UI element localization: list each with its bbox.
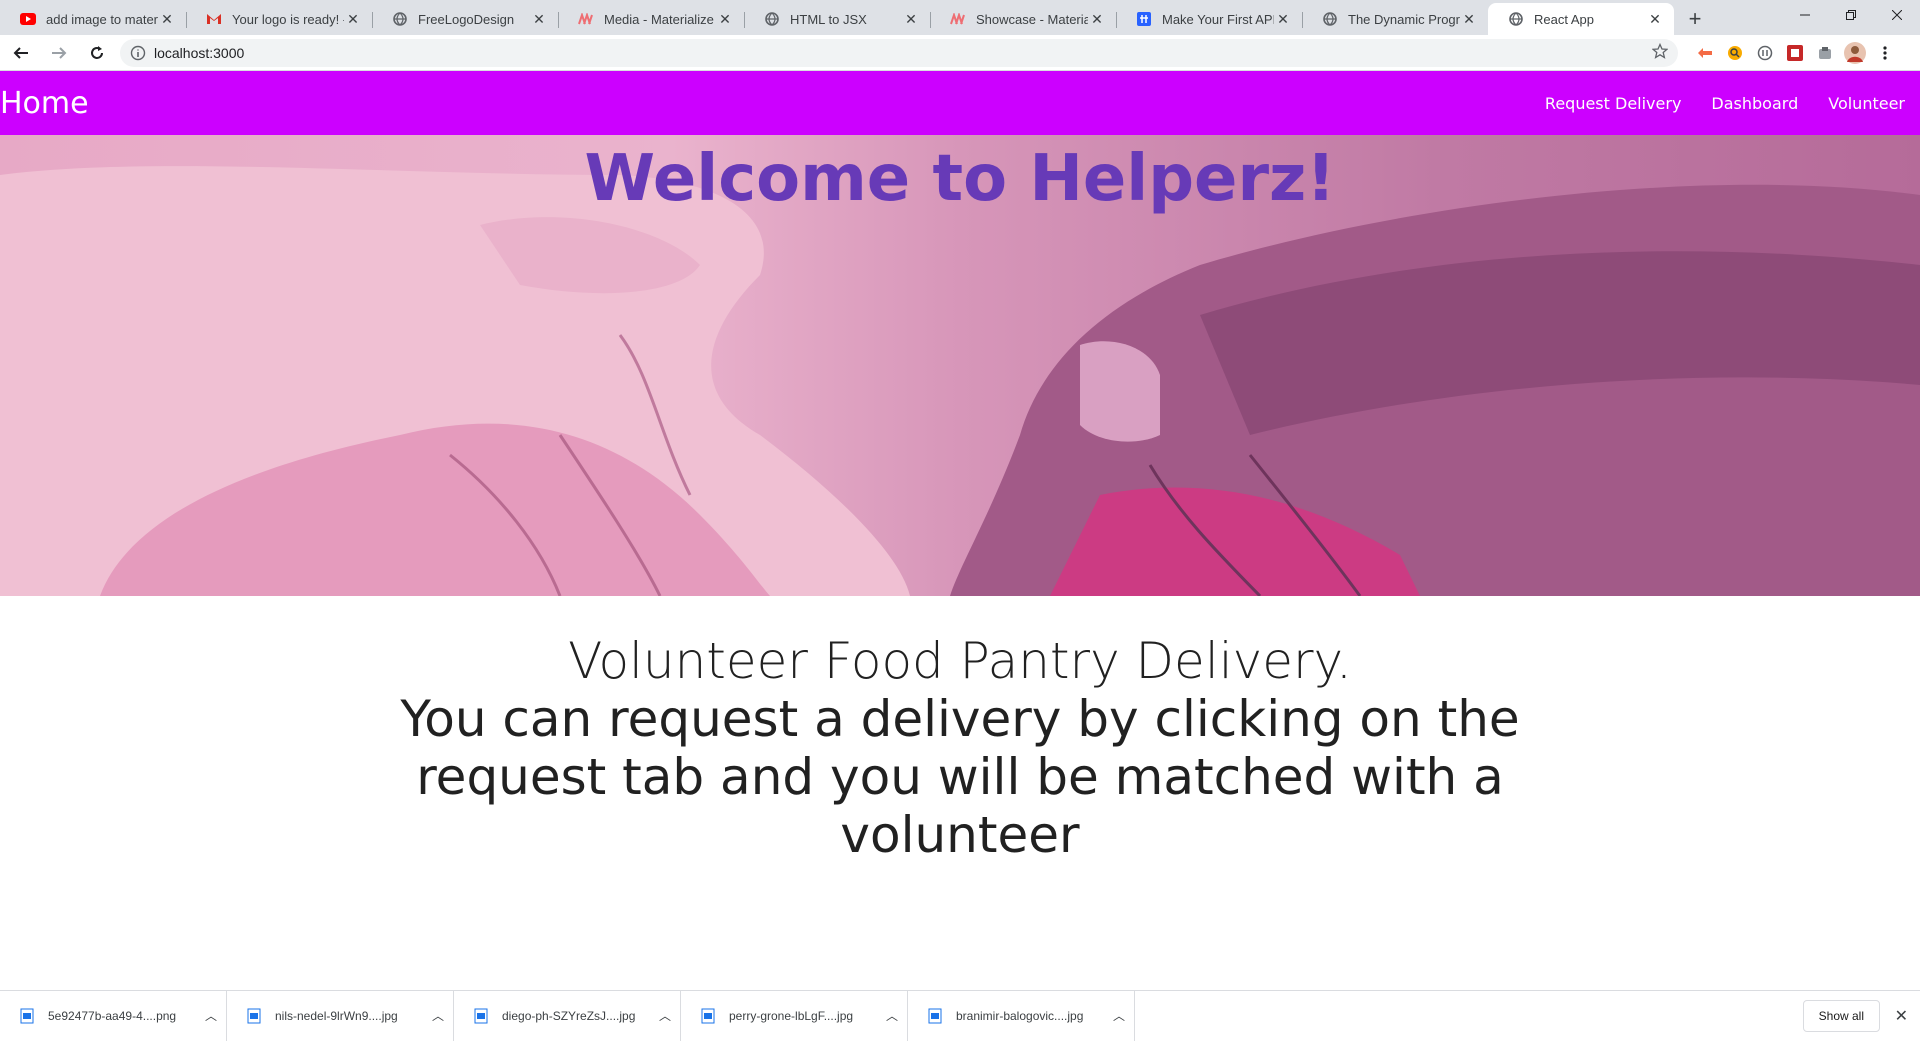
browser-tab[interactable]: Media - Materialize ✕ bbox=[558, 3, 744, 35]
extension-icon[interactable] bbox=[1814, 42, 1836, 64]
file-icon bbox=[701, 1008, 715, 1024]
browser-tab[interactable]: Showcase - Materialize ✕ bbox=[930, 3, 1116, 35]
hero-banner: Welcome to Helperz! bbox=[0, 135, 1920, 596]
chevron-up-icon[interactable]: ︿ bbox=[196, 1007, 226, 1024]
download-shelf: 5e92477b-aa49-4....png ︿ nils-nedel-9lrW… bbox=[0, 990, 1920, 1041]
tab-close-icon[interactable]: ✕ bbox=[1460, 10, 1478, 28]
globe-icon bbox=[1322, 11, 1338, 27]
download-item[interactable]: 5e92477b-aa49-4....png ︿ bbox=[0, 990, 227, 1041]
tab-close-icon[interactable]: ✕ bbox=[1646, 10, 1664, 28]
chevron-up-icon[interactable]: ︿ bbox=[423, 1007, 453, 1024]
tab-title: React App bbox=[1534, 11, 1594, 27]
tab-title: Media - Materialize bbox=[604, 11, 714, 27]
menu-dots-icon[interactable] bbox=[1874, 42, 1896, 64]
close-icon[interactable]: ✕ bbox=[1895, 1006, 1908, 1026]
show-all-button[interactable]: Show all bbox=[1802, 1000, 1880, 1032]
chevron-up-icon[interactable]: ︿ bbox=[650, 1007, 680, 1024]
extension-icon[interactable] bbox=[1784, 42, 1806, 64]
new-tab-icon[interactable]: + bbox=[1678, 3, 1712, 35]
download-item[interactable]: nils-nedel-9lrWn9....jpg ︿ bbox=[227, 990, 454, 1041]
tab-close-icon[interactable]: ✕ bbox=[902, 10, 920, 28]
hero-title: Welcome to Helperz! bbox=[584, 142, 1336, 216]
url-text: localhost:3000 bbox=[154, 44, 245, 61]
download-filename: branimir-balogovic....jpg bbox=[956, 1008, 1084, 1023]
gmail-icon bbox=[206, 11, 222, 27]
tab-close-icon[interactable]: ✕ bbox=[1088, 10, 1106, 28]
file-icon bbox=[20, 1008, 34, 1024]
intro-text: You can request a delivery by clicking o… bbox=[400, 690, 1520, 864]
materialize-icon bbox=[578, 11, 594, 27]
download-filename: diego-ph-SZYreZsJ....jpg bbox=[502, 1008, 636, 1023]
tab-title: Your logo is ready! - dr bbox=[232, 11, 344, 27]
browser-tab[interactable]: Make Your First API Cal ✕ bbox=[1116, 3, 1302, 35]
bookmark-star-icon[interactable] bbox=[1651, 42, 1669, 62]
minimize-icon[interactable] bbox=[1782, 0, 1828, 30]
profile-avatar[interactable] bbox=[1844, 41, 1866, 64]
tab-close-icon[interactable]: ✕ bbox=[716, 10, 734, 28]
browser-tab[interactable]: FreeLogoDesign ✕ bbox=[372, 3, 558, 35]
nav-links: Request Delivery Dashboard Volunteer bbox=[1530, 71, 1920, 135]
forward-icon[interactable] bbox=[42, 39, 76, 67]
browser-tab[interactable]: HTML to JSX ✕ bbox=[744, 3, 930, 35]
close-window-icon[interactable] bbox=[1874, 0, 1920, 30]
browser-tab[interactable]: The Dynamic Programm ✕ bbox=[1302, 3, 1488, 35]
window-controls bbox=[1782, 0, 1920, 30]
address-bar[interactable]: localhost:3000 bbox=[120, 38, 1678, 67]
tab-close-icon[interactable]: ✕ bbox=[530, 10, 548, 28]
tab-title: Make Your First API Cal bbox=[1162, 11, 1274, 27]
reload-icon[interactable] bbox=[80, 39, 114, 67]
browser-tab-active[interactable]: React App ✕ bbox=[1488, 3, 1674, 35]
download-item[interactable]: perry-grone-lbLgF....jpg ︿ bbox=[681, 990, 908, 1041]
browser-tab[interactable]: Your logo is ready! - dr ✕ bbox=[186, 3, 372, 35]
tab-title: HTML to JSX bbox=[790, 11, 867, 27]
chevron-up-icon[interactable]: ︿ bbox=[877, 1007, 907, 1024]
extension-icon[interactable] bbox=[1754, 42, 1776, 64]
intro-heading: Volunteer Food Pantry Delivery. bbox=[568, 632, 1352, 690]
tab-title: FreeLogoDesign bbox=[418, 11, 515, 27]
globe-icon bbox=[764, 11, 780, 27]
tab-close-icon[interactable]: ✕ bbox=[158, 10, 176, 28]
browser-tab-strip: add image to materializ ✕ Your logo is r… bbox=[0, 0, 1920, 35]
download-item[interactable]: branimir-balogovic....jpg ︿ bbox=[908, 990, 1135, 1041]
tab-title: Showcase - Materialize bbox=[976, 11, 1088, 27]
tab-title: add image to materializ bbox=[46, 11, 158, 27]
tab-title: The Dynamic Programm bbox=[1348, 11, 1460, 27]
tab-close-icon[interactable]: ✕ bbox=[1274, 10, 1292, 28]
app-navbar: Home Request Delivery Dashboard Voluntee… bbox=[0, 71, 1920, 135]
browser-toolbar: localhost:3000 bbox=[0, 35, 1920, 71]
dashboard-link[interactable]: Dashboard bbox=[1696, 94, 1813, 113]
materialize-icon bbox=[950, 11, 966, 27]
chevron-up-icon[interactable]: ︿ bbox=[1104, 1007, 1134, 1024]
download-filename: nils-nedel-9lrWn9....jpg bbox=[275, 1008, 398, 1023]
volunteer-link[interactable]: Volunteer bbox=[1813, 94, 1920, 113]
extension-icon[interactable] bbox=[1694, 42, 1716, 64]
hashnode-icon bbox=[1136, 11, 1152, 27]
site-info-icon[interactable] bbox=[130, 45, 146, 61]
file-icon bbox=[247, 1008, 261, 1024]
tab-close-icon[interactable]: ✕ bbox=[344, 10, 362, 28]
home-link[interactable]: Home bbox=[0, 86, 89, 121]
file-icon bbox=[474, 1008, 488, 1024]
back-icon[interactable] bbox=[4, 39, 38, 67]
download-filename: 5e92477b-aa49-4....png bbox=[48, 1008, 177, 1023]
download-item[interactable]: diego-ph-SZYreZsJ....jpg ︿ bbox=[454, 990, 681, 1041]
request-delivery-link[interactable]: Request Delivery bbox=[1530, 94, 1697, 113]
extension-icon[interactable] bbox=[1724, 42, 1746, 64]
youtube-icon bbox=[20, 11, 36, 27]
restore-icon[interactable] bbox=[1828, 0, 1874, 30]
globe-icon bbox=[392, 11, 408, 27]
download-filename: perry-grone-lbLgF....jpg bbox=[729, 1008, 854, 1023]
intro-section: Volunteer Food Pantry Delivery. You can … bbox=[0, 596, 1920, 864]
globe-icon bbox=[1508, 11, 1524, 27]
browser-tab[interactable]: add image to materializ ✕ bbox=[0, 3, 186, 35]
file-icon bbox=[928, 1008, 942, 1024]
